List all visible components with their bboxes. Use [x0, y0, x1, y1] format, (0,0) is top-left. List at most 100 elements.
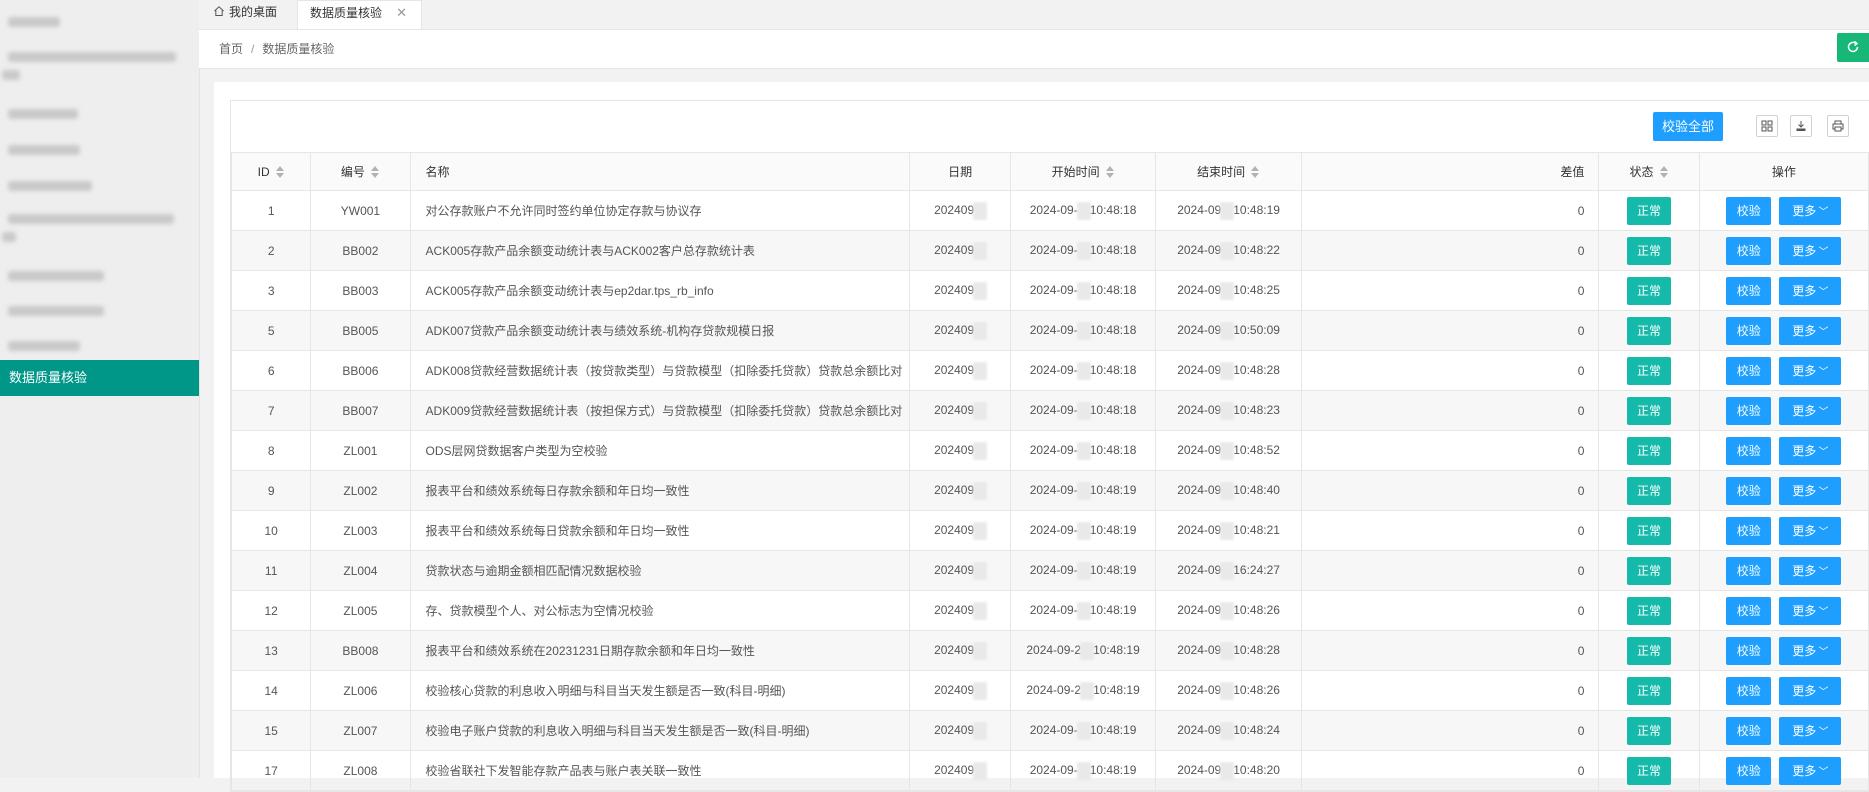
- cell-date-text: 202409: [934, 442, 975, 457]
- cell-code: BB008: [310, 630, 411, 671]
- col-start-header[interactable]: 开始时间: [1009, 152, 1157, 191]
- chevron-down-icon: ﹀: [1818, 326, 1829, 338]
- columns-filter-icon[interactable]: [1756, 115, 1778, 137]
- table-row: 12 ZL005 存、贷款模型个人、对公标志为空情况校验 202409 2024-09-…: [230, 590, 1869, 631]
- chevron-down-icon: ﹀: [1818, 766, 1829, 778]
- check-button[interactable]: 校验: [1726, 436, 1772, 465]
- redaction-mask: [1076, 401, 1091, 420]
- col-id-header[interactable]: ID: [230, 152, 312, 191]
- cell-end-date: 2024-09: [1177, 442, 1222, 457]
- cell-start-time: 10:48:19: [1093, 682, 1140, 697]
- check-button[interactable]: 校验: [1726, 396, 1772, 425]
- sort-icon[interactable]: [275, 165, 285, 178]
- more-button[interactable]: 更多 ﹀: [1779, 716, 1842, 745]
- sidebar-item[interactable]: [0, 6, 199, 40]
- more-button[interactable]: 更多 ﹀: [1779, 316, 1842, 345]
- more-button[interactable]: 更多 ﹀: [1779, 356, 1842, 385]
- status-badge: 正常: [1627, 436, 1671, 465]
- check-button[interactable]: 校验: [1726, 636, 1772, 665]
- redaction-mask: [973, 721, 988, 740]
- check-button[interactable]: 校验: [1726, 676, 1772, 705]
- more-button[interactable]: 更多 ﹀: [1779, 476, 1842, 505]
- col-ops-header: 操作: [1698, 152, 1869, 191]
- sidebar-item[interactable]: [0, 260, 199, 294]
- check-button[interactable]: 校验: [1726, 356, 1772, 385]
- close-icon[interactable]: ✕: [396, 1, 407, 25]
- more-button[interactable]: 更多 ﹀: [1779, 556, 1842, 585]
- cell-date-text: 202409: [934, 242, 975, 257]
- check-button[interactable]: 校验: [1726, 236, 1772, 265]
- table-row: 2 BB002 ACK005存款产品余额变动统计表与ACK002客户总存款统计表 20…: [230, 230, 1869, 271]
- sidebar-item[interactable]: [0, 170, 199, 204]
- cell-start-time: 10:48:18: [1089, 202, 1137, 217]
- cell-code: ZL002: [310, 470, 411, 511]
- more-button[interactable]: 更多 ﹀: [1779, 236, 1842, 265]
- cell-start-date: 2024-09-: [1029, 442, 1078, 457]
- cell-end: 2024-09 10:48:25: [1155, 270, 1302, 311]
- sidebar-item[interactable]: [0, 295, 199, 329]
- cell-id: 14: [230, 670, 312, 711]
- sidebar-item-active[interactable]: 数据质量核验: [0, 360, 199, 396]
- more-button[interactable]: 更多 ﹀: [1779, 676, 1842, 705]
- check-all-button[interactable]: 校验全部: [1653, 112, 1723, 141]
- redaction-mask: [973, 601, 988, 620]
- cell-date: 202409: [909, 390, 1011, 431]
- more-button-label: 更多: [1792, 283, 1817, 298]
- cell-start: 2024-09- 10:48:19: [1009, 470, 1157, 511]
- cell-ops: 校验 更多 ﹀: [1698, 750, 1869, 791]
- cell-id: 17: [230, 750, 312, 791]
- sidebar-item[interactable]: [0, 44, 199, 80]
- sidebar-item[interactable]: [0, 330, 199, 364]
- sidebar-item[interactable]: [0, 206, 199, 242]
- cell-start-time: 10:48:19: [1093, 642, 1140, 657]
- col-status-header[interactable]: 状态: [1598, 152, 1700, 191]
- more-button[interactable]: 更多 ﹀: [1779, 436, 1842, 465]
- refresh-button[interactable]: [1837, 33, 1869, 62]
- breadcrumb-home[interactable]: 首页: [219, 42, 243, 56]
- sort-icon[interactable]: [1251, 166, 1260, 178]
- redaction-mask: [1220, 561, 1235, 580]
- col-end-header[interactable]: 结束时间: [1155, 152, 1302, 191]
- cell-end: 2024-09 10:48:24: [1155, 710, 1302, 751]
- more-button[interactable]: 更多 ﹀: [1779, 636, 1842, 665]
- redaction-mask: [1220, 441, 1235, 460]
- tab-home[interactable]: 我的桌面: [213, 0, 283, 29]
- more-button[interactable]: 更多 ﹀: [1779, 196, 1842, 225]
- col-code-header[interactable]: 编号: [310, 152, 411, 191]
- cell-end-time: 10:48:28: [1233, 642, 1280, 657]
- more-button[interactable]: 更多 ﹀: [1779, 516, 1842, 545]
- sort-icon[interactable]: [1105, 166, 1115, 178]
- cell-status: 正常: [1598, 230, 1700, 271]
- check-button[interactable]: 校验: [1726, 756, 1772, 785]
- cell-status: 正常: [1598, 390, 1700, 431]
- sidebar-item[interactable]: [0, 134, 199, 168]
- check-button[interactable]: 校验: [1726, 596, 1772, 625]
- redaction-mask: [1076, 441, 1091, 460]
- cell-date: 202409: [909, 510, 1011, 551]
- table-row: 6 BB006 ADK008贷款经营数据统计表（按贷款类型）与贷款模型（扣除委托贷款…: [230, 350, 1869, 391]
- cell-start: 2024-09- 10:48:18: [1009, 430, 1157, 471]
- cell-end-date: 2024-09: [1177, 762, 1222, 777]
- more-button[interactable]: 更多 ﹀: [1779, 756, 1842, 785]
- more-button[interactable]: 更多 ﹀: [1779, 596, 1842, 625]
- sort-icon[interactable]: [1659, 166, 1669, 178]
- cell-name: ACK005存款产品余额变动统计表与ACK002客户总存款统计表: [409, 230, 911, 271]
- redaction-mask: [1076, 481, 1091, 500]
- check-button[interactable]: 校验: [1726, 196, 1772, 225]
- cell-start: 2024-09- 10:48:18: [1009, 310, 1157, 351]
- check-button[interactable]: 校验: [1726, 276, 1772, 305]
- check-button[interactable]: 校验: [1726, 316, 1772, 345]
- export-icon[interactable]: [1790, 115, 1812, 137]
- tab-current[interactable]: 数据质量核验 ✕: [297, 0, 422, 29]
- cell-date: 202409: [909, 470, 1011, 511]
- sort-icon[interactable]: [370, 166, 380, 178]
- sidebar-item[interactable]: [0, 98, 199, 132]
- check-button[interactable]: 校验: [1726, 716, 1772, 745]
- more-button[interactable]: 更多 ﹀: [1779, 276, 1842, 305]
- more-button[interactable]: 更多 ﹀: [1779, 396, 1842, 425]
- print-icon[interactable]: [1827, 115, 1849, 137]
- check-button[interactable]: 校验: [1726, 516, 1772, 545]
- check-button[interactable]: 校验: [1726, 476, 1772, 505]
- cell-id: 3: [230, 270, 312, 311]
- check-button[interactable]: 校验: [1726, 556, 1772, 585]
